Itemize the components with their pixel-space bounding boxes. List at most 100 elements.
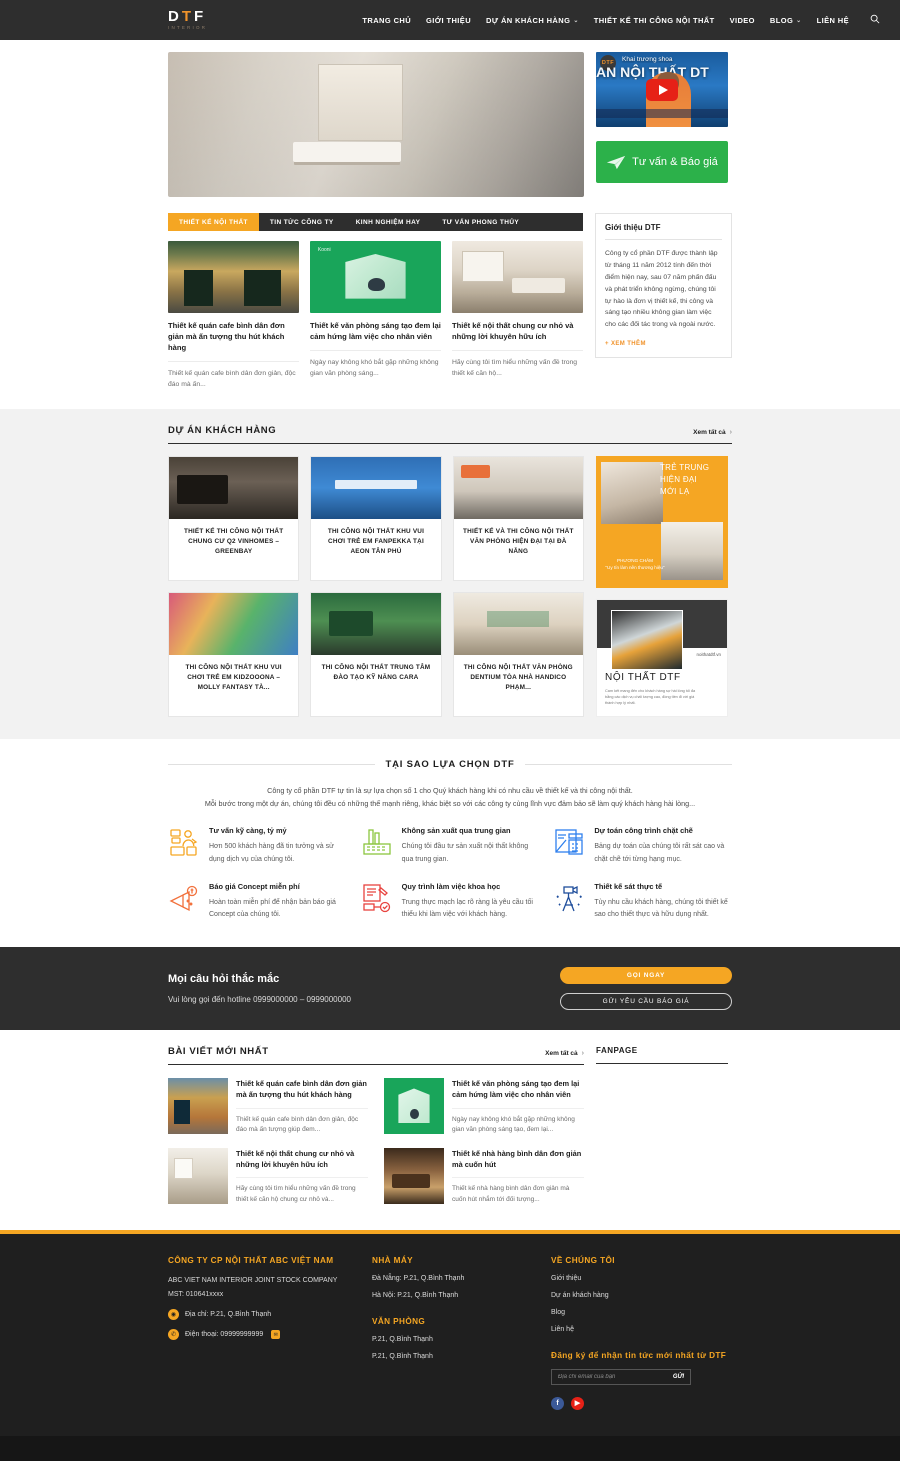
call-now-button[interactable]: GỌI NGAY [560, 967, 732, 985]
factory-icon [361, 826, 393, 858]
nav-label: TRANG CHỦ [362, 15, 412, 25]
search-icon[interactable] [870, 11, 880, 29]
post-title[interactable]: Thiết kế nhà hàng bình dân đơn giản mà c… [452, 1148, 584, 1170]
news-main: THIẾT KẾ NỘI THẤT TIN TỨC CÔNG TY KINH N… [168, 213, 583, 391]
project-thumbnail [169, 592, 299, 655]
footer-company-tax: MST: 010641xxxx [168, 1290, 224, 1298]
tab-tu-van-phong-thuy[interactable]: TƯ VẤN PHONG THỦY [431, 213, 530, 231]
facebook-icon[interactable]: f [551, 1396, 564, 1410]
why-heading: Tư vấn kỹ càng, tỷ mỷ [209, 826, 287, 836]
news-card-title[interactable]: Thiết kế nội thất chung cư nhỏ và những … [452, 320, 583, 342]
news-card: Kooni Thiết kế văn phòng sáng tạo đem lạ… [310, 241, 441, 391]
post-thumbnail[interactable] [384, 1148, 444, 1205]
footer-bottom-bar [0, 1435, 900, 1461]
consult-quote-button[interactable]: Tư vấn & Báo giá [596, 141, 728, 183]
site-header: DTF INTERIOR TRANG CHỦ GIỚI THIỆU DỰ ÁN … [0, 0, 900, 40]
footer-company-column: CÔNG TY CP NỘI THẤT ABC VIỆT NAM ABC VIE… [168, 1256, 358, 1410]
nav-item-lien-he[interactable]: LIÊN HỆ [817, 16, 849, 25]
nav-label: DỰ ÁN KHÁCH HÀNG [486, 15, 571, 25]
nav-label: LIÊN HỆ [816, 15, 849, 25]
tab-tin-tuc-cong-ty[interactable]: TIN TỨC CÔNG TY [259, 213, 345, 231]
nav-item-video[interactable]: VIDEO [730, 16, 755, 25]
youtube-icon[interactable]: ▶ [571, 1396, 584, 1410]
project-thumbnail [169, 456, 299, 519]
footer-link-du-an[interactable]: Dự án khách hàng [551, 1292, 732, 1299]
promo-banner-noi-that-dtf[interactable]: noithatdtf.vn NỘI THẤT DTF Cam kết mang … [596, 598, 728, 717]
tab-thiet-ke-noi-that[interactable]: THIẾT KẾ NỘI THẤT [168, 213, 259, 231]
post-thumbnail[interactable] [384, 1078, 444, 1135]
tab-kinh-nghiem-hay[interactable]: KINH NGHIỆM HAY [345, 213, 432, 231]
footer-link-lien-he[interactable]: Liên hệ [551, 1326, 732, 1333]
news-thumbnail[interactable] [168, 241, 299, 313]
projects-see-all-link[interactable]: Xem tất cả › [693, 429, 732, 436]
nav-item-blog[interactable]: BLOG ⌄ [770, 16, 802, 25]
site-logo[interactable]: DTF INTERIOR [168, 9, 207, 31]
nav-item-gioi-thieu[interactable]: GIỚI THIỆU [426, 16, 471, 25]
video-lower-third [596, 109, 728, 118]
news-thumbnail[interactable]: Kooni [310, 241, 441, 313]
footer-address-line: ◉ Địa chỉ: P.21, Q.Bình Thạnh [168, 1309, 358, 1321]
footer-link-gioi-thieu[interactable]: Giới thiệu [551, 1275, 732, 1282]
latest-see-all-link[interactable]: Xem tất cả › [545, 1050, 584, 1057]
nav-item-trang-chu[interactable]: TRANG CHỦ [362, 16, 411, 25]
projects-header: DỰ ÁN KHÁCH HÀNG Xem tất cả › [168, 425, 732, 444]
play-icon[interactable] [646, 78, 678, 101]
megaphone-icon [168, 882, 200, 914]
banner-photo-interior [611, 609, 683, 670]
news-card-title[interactable]: Thiết kế quán cafe bình dân đơn giản mà … [168, 320, 299, 353]
cta-heading: Mọi câu hỏi thắc mắc [168, 973, 280, 986]
projects-grid: THIẾT KẾ THI CÔNG NỘI THẤT CHUNG CƯ Q2 V… [168, 455, 584, 717]
promo-banner-tre-trung[interactable]: TRẺ TRUNG HIỆN ĐẠI MỚI LẠ PHƯƠNG CHÂM "U… [596, 455, 728, 588]
post-title[interactable]: Thiết kế quán cafe bình dân đơn giản mà … [236, 1078, 368, 1100]
thumb-logo: Kooni [317, 246, 331, 253]
paper-plane-icon [606, 155, 626, 170]
cta-buttons: GỌI NGAY GỬI YÊU CẦU BÁO GIÁ [560, 967, 732, 1011]
why-heading: Không sản xuất qua trung gian [401, 826, 511, 836]
request-quote-button[interactable]: GỬI YÊU CẦU BÁO GIÁ [560, 993, 732, 1011]
nav-label: BLOG [769, 15, 794, 25]
latest-posts-section: BÀI VIẾT MỚI NHẤT Xem tất cả › Thiết kế … [0, 1030, 900, 1230]
latest-post-item: Thiết kế văn phòng sáng tạo đem lại cảm … [384, 1078, 584, 1136]
why-heading: Dự toán công trình chặt chẽ [594, 826, 693, 836]
logo-text: DTF [168, 8, 207, 26]
banner-photo-office [661, 521, 723, 580]
workflow-icon [361, 882, 393, 914]
chevron-down-icon: ⌄ [796, 17, 802, 24]
project-card[interactable]: THI CÔNG NỘI THẤT KHU VUI CHƠI TRẺ EM FA… [310, 455, 442, 581]
why-text: Trung thực mạch lạc rõ ràng là yêu cầu t… [401, 898, 533, 919]
about-read-more-link[interactable]: + XEM THÊM [605, 341, 722, 347]
message-icon[interactable]: ✉ [271, 1330, 281, 1340]
post-thumbnail[interactable] [168, 1078, 228, 1135]
primary-nav: TRANG CHỦ GIỚI THIỆU DỰ ÁN KHÁCH HÀNG ⌄ T… [362, 11, 880, 29]
news-section: THIẾT KẾ NỘI THẤT TIN TỨC CÔNG TY KINH N… [0, 211, 900, 409]
post-title[interactable]: Thiết kế văn phòng sáng tạo đem lại cảm … [452, 1078, 584, 1100]
why-text: Hoàn toàn miễn phí để nhận bản báo giá C… [209, 898, 336, 919]
post-title[interactable]: Thiết kế nội thất chung cư nhỏ và những … [236, 1148, 368, 1170]
video-thumbnail[interactable]: DTF Khai trương shoa AN NỘI THẤT DT [596, 52, 728, 127]
post-thumbnail[interactable] [168, 1148, 228, 1205]
hero-banner-image[interactable] [168, 52, 584, 197]
why-heading: Quy trình làm việc khoa học [401, 881, 501, 891]
project-card[interactable]: THI CÔNG NỘI THẤT KHU VUI CHƠI TRẺ EM KI… [168, 591, 300, 717]
project-card[interactable]: THI CÔNG NỘI THẤT TRUNG TÂM ĐÀO TẠO KỸ N… [310, 591, 442, 717]
project-card[interactable]: THI CÔNG NỘI THẤT VĂN PHÒNG DENTIUM TÒA … [452, 591, 584, 717]
news-card-title[interactable]: Thiết kế văn phòng sáng tạo đem lại cảm … [310, 320, 441, 342]
newsletter-email-input[interactable] [558, 1373, 673, 1380]
why-item: Quy trình làm việc khoa học Trung thực m… [361, 882, 540, 922]
project-card[interactable]: THIẾT KẾ VÀ THI CÔNG NỘI THẤT VĂN PHÒNG … [452, 455, 584, 581]
nav-item-du-an-khach-hang[interactable]: DỰ ÁN KHÁCH HÀNG ⌄ [486, 16, 579, 25]
chevron-down-icon: ⌄ [573, 17, 579, 24]
footer-office-line: P.21, Q.Bình Thạnh [372, 1352, 433, 1360]
fanpage-widget: FANPAGE [596, 1046, 728, 1205]
nav-item-thiet-ke-thi-cong[interactable]: THIẾT KẾ THI CÔNG NỘI THẤT [594, 16, 715, 25]
project-card[interactable]: THIẾT KẾ THI CÔNG NỘI THẤT CHUNG CƯ Q2 V… [168, 455, 300, 581]
news-thumbnail[interactable] [452, 241, 583, 313]
page-root: DTF INTERIOR TRANG CHỦ GIỚI THIỆU DỰ ÁN … [0, 0, 900, 1461]
footer-link-blog[interactable]: Blog [551, 1309, 732, 1316]
cta-text-block: Mọi câu hỏi thắc mắc Vui lòng gọi đến ho… [168, 973, 560, 1004]
why-text: Bảng dự toán của chúng tôi rất sát cao v… [594, 843, 725, 863]
why-header: TẠI SAO LỰA CHỌN DTF [168, 759, 733, 770]
project-thumbnail [311, 456, 441, 519]
newsletter-submit-button[interactable]: GỬI [673, 1374, 684, 1380]
location-pin-icon: ◉ [168, 1309, 179, 1321]
